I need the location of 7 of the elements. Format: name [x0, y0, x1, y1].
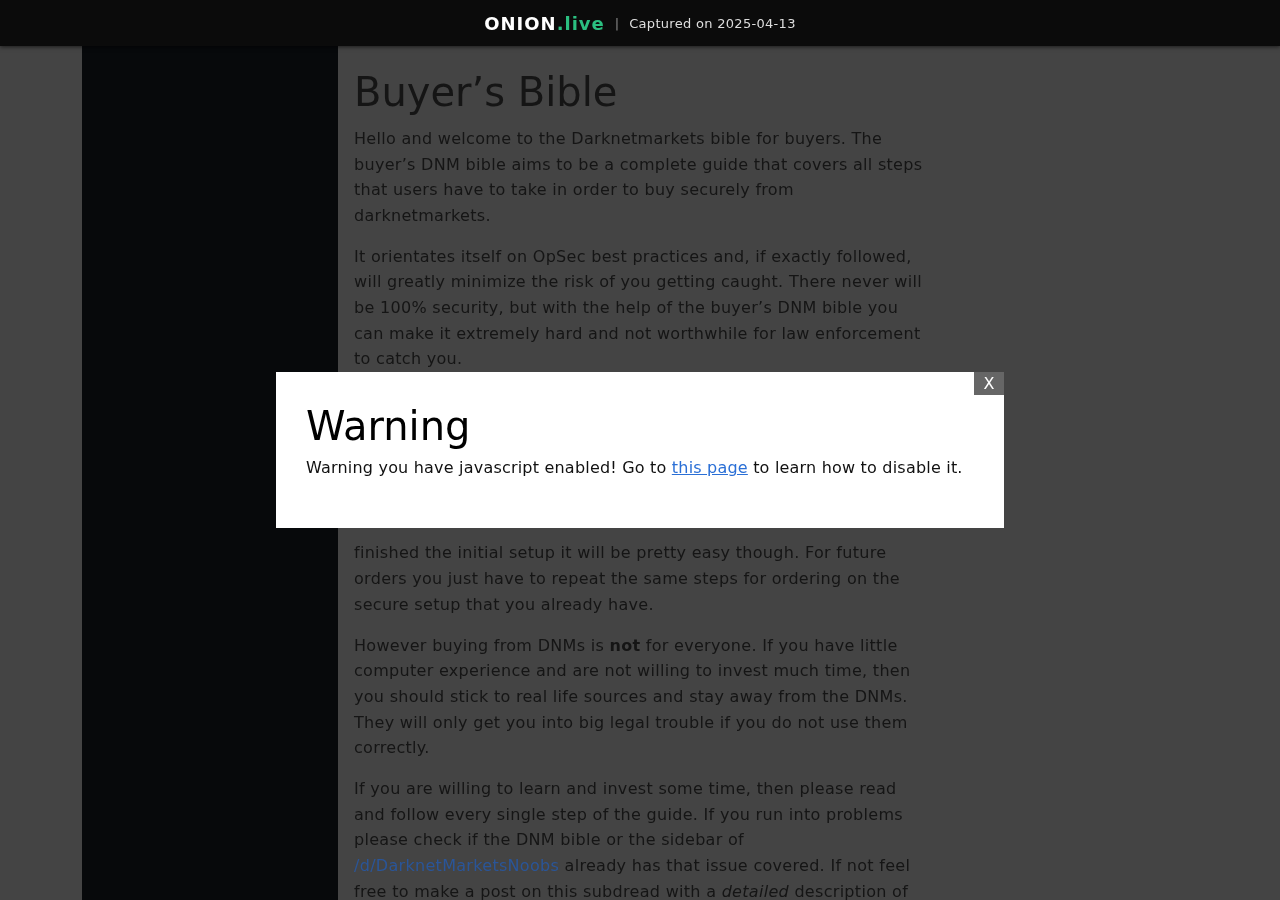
capture-date: Captured on 2025-04-13: [629, 15, 796, 31]
dialog-message: Warning you have javascript enabled! Go to this page to learn how to disable it.: [306, 457, 964, 479]
link[interactable]: this page: [671, 458, 748, 477]
dialog-title: Warning: [306, 402, 472, 450]
close-button[interactable]: X: [974, 372, 1004, 395]
site-logo[interactable]: ONION.live: [484, 12, 605, 34]
separator: |: [614, 15, 620, 31]
